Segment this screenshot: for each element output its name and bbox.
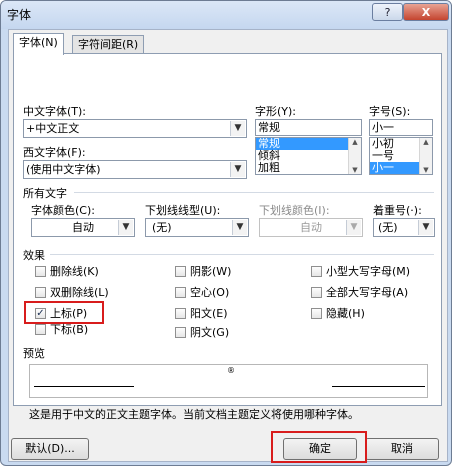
style-list[interactable]: 常规 倾斜 加粗 ▲ ▼ [255,137,362,175]
preview-sample-text: ® [227,366,235,375]
underline-type-value: (无) [152,221,172,234]
underline-type-select[interactable]: (无) ▼ [145,218,249,237]
checkbox-box[interactable] [35,324,46,335]
checkbox-box[interactable] [175,308,186,319]
emphasis-value: (无) [378,221,398,234]
title-bar[interactable]: 字体 ? X [1,1,451,29]
chevron-down-icon[interactable]: ▼ [418,220,433,235]
dialog-body: 字体(N) 字符间距(R) 中文字体(T): +中文正文 ▼ 西文字体(F): … [8,29,448,463]
preview-section-label: 预览 [23,347,45,360]
engrave-label: 阴文(G) [190,326,230,339]
preview-baseline-left [34,386,134,387]
checkbox-box[interactable] [175,287,186,298]
small-caps-label: 小型大写字母(M) [326,265,411,278]
underline-color-label: 下划线颜色(I): [259,204,330,217]
superscript-highlight-box [24,301,104,324]
all-caps-label: 全部大写字母(A) [326,286,409,299]
scroll-down-icon[interactable]: ▼ [420,166,432,174]
checkbox-box[interactable] [311,287,322,298]
emphasis-label: 着重号(·): [373,204,422,217]
close-button[interactable]: X [403,3,449,21]
underline-type-label: 下划线线型(U): [145,204,221,217]
preview-note: 这是用于中文的正文主题字体。当前文档主题定义将使用哪种字体。 [29,408,359,421]
default-button[interactable]: 默认(D)... [11,438,89,460]
double-strikethrough-label: 双删除线(L) [50,286,109,299]
cn-font-select[interactable]: +中文正文 ▼ [23,119,247,138]
shadow-label: 阴影(W) [190,265,232,278]
underline-color-value: 自动 [300,221,322,234]
style-label: 字形(Y): [255,105,297,118]
all-text-section-label: 所有文字 [23,187,67,200]
cn-font-value: +中文正文 [26,122,80,135]
checkbox-box[interactable] [311,308,322,319]
checkbox-box[interactable] [35,266,46,277]
tab-char-spacing[interactable]: 字符间距(R) [72,35,145,54]
checkbox-box[interactable] [175,327,186,338]
subscript-label: 下标(B) [50,323,89,336]
help-button[interactable]: ? [372,3,403,21]
emboss-label: 阳文(E) [190,307,228,320]
west-font-select[interactable]: (使用中文字体) ▼ [23,160,247,179]
style-input[interactable]: 常规 [255,119,362,136]
west-font-value: (使用中文字体) [26,163,101,176]
scrollbar[interactable]: ▲ ▼ [419,138,432,174]
effects-section-label: 效果 [23,249,45,262]
cancel-button[interactable]: 取消 [365,438,439,460]
preview-baseline-right [332,386,425,387]
scrollbar[interactable]: ▲ ▼ [348,138,361,174]
ok-highlight-box [271,431,367,463]
chevron-down-icon[interactable]: ▼ [230,121,245,136]
scroll-down-icon[interactable]: ▼ [349,166,361,174]
tab-font[interactable]: 字体(N) [13,33,64,55]
chevron-down-icon[interactable]: ▼ [232,220,247,235]
size-label: 字号(S): [369,105,411,118]
outline-label: 空心(O) [190,286,230,299]
list-item[interactable]: 加粗 [256,162,361,174]
preview-box: ® [29,364,428,398]
scroll-up-icon[interactable]: ▲ [349,138,361,146]
west-font-label: 西文字体(F): [23,146,86,159]
font-color-select[interactable]: 自动 ▼ [31,218,135,237]
checkbox-box[interactable] [35,287,46,298]
strikethrough-label: 删除线(K) [50,265,99,278]
size-input[interactable]: 小一 [369,119,433,136]
emphasis-select[interactable]: (无) ▼ [373,218,435,237]
checkbox-box[interactable] [311,266,322,277]
font-dialog: 字体 ? X 字体(N) 字符间距(R) 中文字体(T): +中文正文 ▼ 西文… [0,0,452,466]
chevron-down-icon[interactable]: ▼ [230,162,245,177]
cn-font-label: 中文字体(T): [23,105,87,118]
font-color-value: 自动 [72,221,94,234]
chevron-down-icon[interactable]: ▼ [118,220,133,235]
divider [74,192,434,193]
hidden-label: 隐藏(H) [326,307,365,320]
chevron-down-icon: ▼ [346,220,361,235]
divider [50,254,434,255]
underline-color-select: 自动 ▼ [259,218,363,237]
scroll-up-icon[interactable]: ▲ [420,138,432,146]
window-title: 字体 [7,8,32,22]
font-tab-panel: 中文字体(T): +中文正文 ▼ 西文字体(F): (使用中文字体) ▼ 字形(… [13,53,442,421]
checkbox-box[interactable] [175,266,186,277]
font-color-label: 字体颜色(C): [31,204,95,217]
size-list[interactable]: 小初 一号 小一 ▲ ▼ [369,137,433,175]
